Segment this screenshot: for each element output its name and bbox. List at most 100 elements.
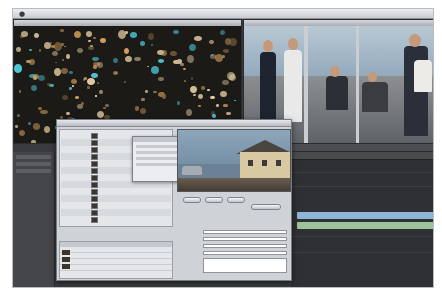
- bokeh-dot: [193, 93, 197, 97]
- bokeh-dot: [68, 86, 72, 91]
- bokeh-dot: [129, 32, 138, 38]
- bokeh-dot: [183, 68, 186, 71]
- apple-icon[interactable]: ●: [19, 10, 25, 18]
- timeline-lane: [291, 172, 433, 173]
- bokeh-dot: [61, 59, 64, 62]
- bokeh-dot: [123, 80, 126, 83]
- clip-row[interactable]: [61, 202, 171, 209]
- list-item[interactable]: [60, 265, 172, 271]
- bokeh-dot: [83, 77, 87, 80]
- bokeh-dot: [162, 94, 167, 99]
- log-clip-button[interactable]: [251, 204, 281, 210]
- bokeh-dot: [169, 51, 177, 56]
- bokeh-dot: [93, 37, 96, 40]
- bokeh-dot: [100, 38, 107, 43]
- dialog-title: [57, 120, 291, 127]
- bokeh-dot: [74, 95, 80, 100]
- clip-row[interactable]: [61, 209, 171, 216]
- bokeh-dot: [87, 78, 95, 86]
- timeline-audio-track[interactable]: [297, 222, 433, 229]
- timeline-panel[interactable]: [291, 152, 433, 287]
- bokeh-dot: [91, 56, 99, 62]
- clip-row[interactable]: [61, 188, 171, 195]
- clip-row[interactable]: [61, 195, 171, 202]
- bokeh-dot: [140, 41, 146, 46]
- clip-thumbnail: [91, 216, 98, 223]
- bokeh-dot: [194, 35, 202, 41]
- bokeh-dot: [55, 61, 58, 64]
- bokeh-dot: [186, 109, 192, 116]
- clip-thumbnail: [91, 139, 98, 146]
- transport-controls[interactable]: [177, 194, 291, 210]
- timeline-lane: [291, 236, 433, 237]
- clip-thumbnail: [91, 153, 98, 160]
- preview-car: [182, 166, 202, 175]
- bokeh-dot: [80, 101, 84, 105]
- bokeh-dot: [33, 76, 38, 81]
- browser-row[interactable]: [16, 169, 51, 173]
- bokeh-dot: [102, 106, 106, 110]
- bokeh-dot: [85, 31, 93, 37]
- bokeh-dot: [32, 122, 41, 130]
- scene-person-shirt: [414, 60, 432, 92]
- clip-thumbnail: [62, 264, 70, 269]
- browser-row[interactable]: [16, 162, 51, 166]
- browser-panel[interactable]: [13, 152, 55, 287]
- clip-row[interactable]: [61, 181, 171, 188]
- scene-person: [326, 76, 348, 110]
- bokeh-dot: [16, 47, 21, 53]
- bokeh-dot: [37, 74, 45, 81]
- scene-person-head: [368, 72, 377, 82]
- bokeh-dot: [234, 99, 237, 102]
- bokeh-dot: [29, 49, 32, 51]
- clip-row[interactable]: [61, 216, 171, 223]
- bokeh-dot: [31, 85, 38, 92]
- timeline-ruler[interactable]: [291, 152, 433, 160]
- bokeh-dot: [87, 39, 91, 42]
- rewind-button[interactable]: [183, 197, 201, 203]
- preview-window: [262, 160, 267, 166]
- bokeh-dot: [190, 85, 197, 94]
- bokeh-dot: [117, 30, 126, 40]
- logging-fields[interactable]: [177, 228, 291, 280]
- logged-clips-list[interactable]: [59, 241, 173, 279]
- bokeh-dot: [123, 48, 129, 55]
- bokeh-dot: [98, 90, 104, 95]
- bokeh-dot: [51, 51, 58, 56]
- timeline-video-track[interactable]: [297, 212, 433, 219]
- notes-field[interactable]: [203, 258, 287, 273]
- scene-field[interactable]: [203, 244, 287, 248]
- bokeh-dot: [71, 85, 75, 88]
- bokeh-dot: [206, 88, 210, 91]
- bokeh-dot: [229, 38, 237, 47]
- bokeh-dot: [173, 29, 180, 34]
- clip-thumbnail: [62, 250, 70, 255]
- bokeh-dot: [212, 113, 217, 119]
- bokeh-dot: [151, 43, 154, 46]
- reel-field[interactable]: [203, 237, 287, 241]
- bokeh-dot: [54, 67, 62, 76]
- bokeh-dot: [73, 30, 81, 39]
- bokeh-dot: [223, 49, 230, 53]
- clip-preview[interactable]: [177, 129, 291, 192]
- import-dialog[interactable]: [56, 119, 292, 281]
- bokeh-dot: [208, 40, 214, 45]
- bokeh-dot: [47, 82, 51, 86]
- bokeh-dot: [44, 126, 51, 134]
- take-field[interactable]: [203, 251, 287, 255]
- bokeh-dot: [141, 98, 145, 101]
- bokeh-dot: [90, 44, 93, 48]
- clip-thumbnail: [91, 188, 98, 195]
- bokeh-dot: [153, 90, 158, 94]
- bokeh-dot: [190, 77, 193, 80]
- name-field[interactable]: [203, 230, 287, 234]
- browser-row[interactable]: [16, 155, 51, 159]
- clip-thumbnail: [91, 195, 98, 202]
- bokeh-dot: [210, 95, 215, 99]
- clip-thumbnail: [91, 209, 98, 216]
- play-button[interactable]: [205, 197, 223, 203]
- bokeh-dot: [147, 32, 154, 41]
- bokeh-dot: [18, 129, 25, 137]
- clip-thumbnail: [91, 160, 98, 167]
- forward-button[interactable]: [227, 197, 245, 203]
